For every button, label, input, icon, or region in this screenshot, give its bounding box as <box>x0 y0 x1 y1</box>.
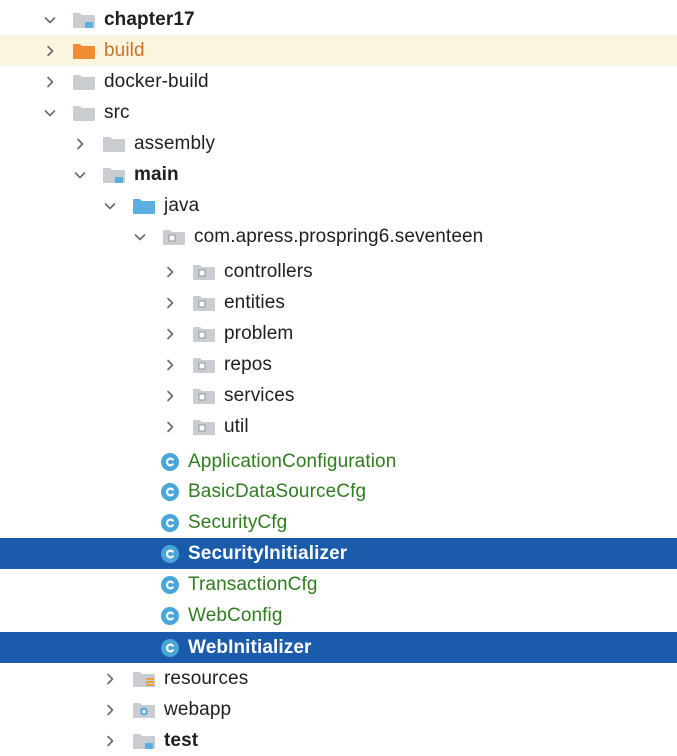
folder-icon <box>72 72 96 92</box>
tree-node-docker-build[interactable]: docker-build <box>0 66 677 97</box>
module-folder-icon <box>72 10 96 30</box>
package-icon <box>192 324 216 344</box>
tree-node-entities[interactable]: entities <box>0 287 677 318</box>
chevron-down-icon[interactable] <box>70 165 90 185</box>
module-folder-icon <box>132 731 156 751</box>
java-class-icon <box>160 452 180 472</box>
tree-node-src[interactable]: src <box>0 97 677 128</box>
package-icon <box>192 417 216 437</box>
package-icon <box>192 386 216 406</box>
java-class-icon <box>160 606 180 626</box>
tree-node-label: assembly <box>134 132 216 154</box>
tree-node-applicationconfiguration[interactable]: ApplicationConfiguration <box>0 446 677 477</box>
tree-node-assembly[interactable]: assembly <box>0 128 677 159</box>
tree-node-webconfig[interactable]: WebConfig <box>0 600 677 631</box>
tree-node-label: webapp <box>164 698 232 720</box>
tree-node-label: build <box>104 39 145 61</box>
tree-node-label: TransactionCfg <box>188 573 318 595</box>
chevron-right-icon[interactable] <box>100 731 120 751</box>
tree-node-label: problem <box>224 322 294 344</box>
tree-node-controllers[interactable]: controllers <box>0 256 677 287</box>
chevron-right-icon[interactable] <box>160 386 180 406</box>
chevron-right-icon[interactable] <box>160 355 180 375</box>
tree-node-label: BasicDataSourceCfg <box>188 480 367 502</box>
tree-node-java[interactable]: java <box>0 190 677 221</box>
chevron-down-icon[interactable] <box>40 10 60 30</box>
tree-node-chapter17[interactable]: chapter17 <box>0 4 677 35</box>
folder-icon <box>72 103 96 123</box>
tree-node-problem[interactable]: problem <box>0 318 677 349</box>
chevron-right-icon[interactable] <box>160 417 180 437</box>
tree-node-main[interactable]: main <box>0 159 677 190</box>
tree-node-label: docker-build <box>104 70 209 92</box>
tree-node-label: WebConfig <box>188 604 283 626</box>
tree-node-label: SecurityCfg <box>188 511 288 533</box>
tree-node-resources[interactable]: resources <box>0 663 677 694</box>
resources-folder-icon <box>132 669 156 689</box>
tree-node-test[interactable]: test <box>0 725 677 756</box>
excluded-folder-icon <box>72 41 96 61</box>
tree-node-label: WebInitializer <box>188 636 312 658</box>
chevron-right-icon[interactable] <box>40 41 60 61</box>
tree-node-label: repos <box>224 353 273 375</box>
package-icon <box>192 355 216 375</box>
tree-node-label: services <box>224 384 295 406</box>
tree-node-build[interactable]: build <box>0 35 677 66</box>
chevron-down-icon[interactable] <box>40 103 60 123</box>
tree-node-securitycfg[interactable]: SecurityCfg <box>0 507 677 538</box>
java-class-icon <box>160 575 180 595</box>
chevron-right-icon[interactable] <box>100 700 120 720</box>
tree-node-label: src <box>104 101 130 123</box>
tree-node-repos[interactable]: repos <box>0 349 677 380</box>
chevron-down-icon[interactable] <box>130 227 150 247</box>
tree-node-services[interactable]: services <box>0 380 677 411</box>
project-tree: chapter17 build docker-build src assembly mai… <box>0 0 677 751</box>
tree-node-label: chapter17 <box>104 8 195 30</box>
java-class-icon <box>160 482 180 502</box>
java-class-icon <box>160 638 180 658</box>
folder-icon <box>102 134 126 154</box>
source-root-icon <box>132 196 156 216</box>
tree-node-label: util <box>224 415 249 437</box>
chevron-right-icon[interactable] <box>70 134 90 154</box>
package-icon <box>162 227 186 247</box>
tree-node-webapp[interactable]: webapp <box>0 694 677 725</box>
tree-node-label: java <box>164 194 200 216</box>
tree-node-label: com.apress.prospring6.seventeen <box>194 225 484 247</box>
tree-node-label: resources <box>164 667 249 689</box>
tree-node-label: ApplicationConfiguration <box>188 450 397 472</box>
tree-node-util[interactable]: util <box>0 411 677 442</box>
tree-node-basicdatasourcecfg[interactable]: BasicDataSourceCfg <box>0 476 677 507</box>
java-class-icon <box>160 544 180 564</box>
tree-node-com-apress-prospring6-seventeen[interactable]: com.apress.prospring6.seventeen <box>0 221 677 252</box>
chevron-right-icon[interactable] <box>160 324 180 344</box>
tree-node-label: controllers <box>224 260 313 282</box>
tree-node-label: main <box>134 163 179 185</box>
tree-node-label: test <box>164 729 199 751</box>
web-folder-icon <box>132 700 156 720</box>
java-class-icon <box>160 513 180 533</box>
package-icon <box>192 262 216 282</box>
module-folder-icon <box>102 165 126 185</box>
tree-node-label: entities <box>224 291 286 313</box>
chevron-right-icon[interactable] <box>160 293 180 313</box>
chevron-right-icon[interactable] <box>160 262 180 282</box>
tree-node-securityinitializer[interactable]: SecurityInitializer <box>0 538 677 569</box>
tree-node-webinitializer[interactable]: WebInitializer <box>0 632 677 663</box>
chevron-down-icon[interactable] <box>100 196 120 216</box>
tree-node-label: SecurityInitializer <box>188 542 348 564</box>
tree-node-transactioncfg[interactable]: TransactionCfg <box>0 569 677 600</box>
chevron-right-icon[interactable] <box>100 669 120 689</box>
package-icon <box>192 293 216 313</box>
chevron-right-icon[interactable] <box>40 72 60 92</box>
